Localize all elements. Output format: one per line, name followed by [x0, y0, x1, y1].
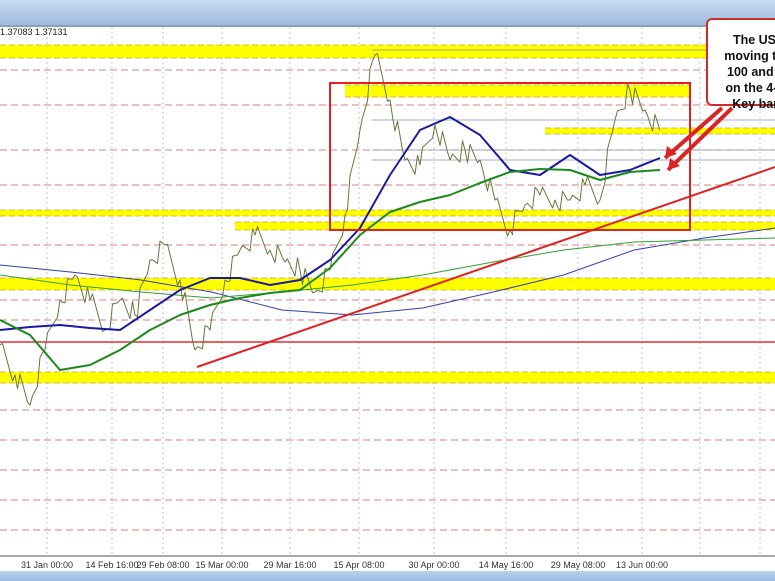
- support-resistance-band: [0, 372, 775, 383]
- annotation-line: Key baro: [732, 97, 775, 111]
- x-tick-label: 14 Feb 16:00: [85, 560, 138, 570]
- x-tick-label: 14 May 16:00: [479, 560, 534, 570]
- annotation-line: 100 and 20: [727, 65, 775, 79]
- annotation-line: The USD: [732, 33, 775, 47]
- x-tick-label: 29 Mar 16:00: [263, 560, 316, 570]
- annotation-line: moving tow: [724, 49, 775, 63]
- annotation-box: The USD moving tow 100 and 20 on the 4-h…: [706, 18, 775, 111]
- support-resistance-band: [345, 85, 690, 97]
- x-tick-label: 15 Mar 00:00: [195, 560, 248, 570]
- price-chart: 31 Jan 00:00 14 Feb 16:0029 Feb 08:00 15 M…: [0, 27, 775, 571]
- trendline: [196, 166, 775, 368]
- x-tick-label: 30 Apr 00:00: [408, 560, 459, 570]
- x-tick-label: 31 Jan 00:00: [21, 560, 73, 570]
- x-tick-label: 29 May 08:00: [551, 560, 606, 570]
- status-bar: [0, 571, 775, 581]
- support-resistance-band: [0, 45, 775, 58]
- x-tick-label: 29 Feb 08:00: [136, 560, 189, 570]
- bid-ask-quote: 1.37083 1.37131: [0, 27, 68, 37]
- annotation-line: on the 4-ho: [725, 81, 775, 95]
- x-tick-label: 15 Apr 08:00: [333, 560, 384, 570]
- x-tick-label: 13 Jun 00:00: [616, 560, 668, 570]
